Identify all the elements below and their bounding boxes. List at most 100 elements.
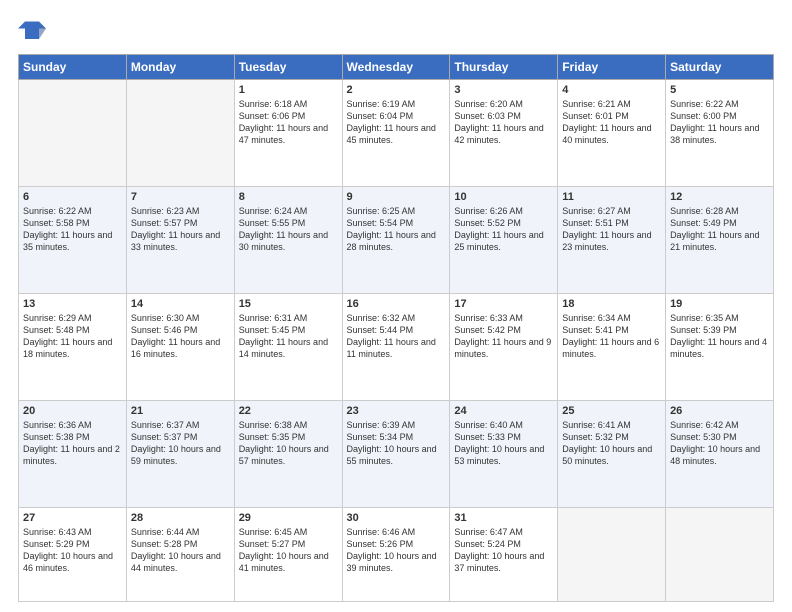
col-thursday: Thursday (450, 55, 558, 80)
calendar-cell: 21 Sunrise: 6:37 AM Sunset: 5:37 PM Dayli… (126, 400, 234, 507)
day-number: 31 (454, 512, 553, 524)
calendar-cell: 16 Sunrise: 6:32 AM Sunset: 5:44 PM Dayli… (342, 293, 450, 400)
calendar-week-row: 20 Sunrise: 6:36 AM Sunset: 5:38 PM Dayli… (19, 400, 774, 507)
day-number: 1 (239, 84, 338, 96)
day-info: Sunrise: 6:43 AM Sunset: 5:29 PM Dayligh… (23, 526, 122, 575)
day-info: Sunrise: 6:46 AM Sunset: 5:26 PM Dayligh… (347, 526, 446, 575)
calendar-cell: 28 Sunrise: 6:44 AM Sunset: 5:28 PM Dayli… (126, 507, 234, 601)
col-sunday: Sunday (19, 55, 127, 80)
calendar-week-row: 13 Sunrise: 6:29 AM Sunset: 5:48 PM Dayli… (19, 293, 774, 400)
day-info: Sunrise: 6:25 AM Sunset: 5:54 PM Dayligh… (347, 205, 446, 254)
day-number: 17 (454, 298, 553, 310)
calendar-week-row: 27 Sunrise: 6:43 AM Sunset: 5:29 PM Dayli… (19, 507, 774, 601)
day-number: 2 (347, 84, 446, 96)
calendar-cell: 5 Sunrise: 6:22 AM Sunset: 6:00 PM Daylig… (666, 80, 774, 187)
calendar-cell (558, 507, 666, 601)
day-number: 21 (131, 405, 230, 417)
day-number: 26 (670, 405, 769, 417)
calendar-cell: 6Sunrise: 6:22 AM Sunset: 5:58 PM Daylig… (19, 186, 127, 293)
day-info: Sunrise: 6:47 AM Sunset: 5:24 PM Dayligh… (454, 526, 553, 575)
calendar-cell: 26 Sunrise: 6:42 AM Sunset: 5:30 PM Dayli… (666, 400, 774, 507)
day-info: Sunrise: 6:40 AM Sunset: 5:33 PM Dayligh… (454, 419, 553, 468)
calendar-cell: 1 Sunrise: 6:18 AM Sunset: 6:06 PM Daylig… (234, 80, 342, 187)
header (18, 18, 774, 46)
day-number: 5 (670, 84, 769, 96)
day-number: 9 (347, 191, 446, 203)
day-info: Sunrise: 6:31 AM Sunset: 5:45 PM Dayligh… (239, 312, 338, 361)
calendar-cell: 8Sunrise: 6:24 AM Sunset: 5:55 PM Daylig… (234, 186, 342, 293)
day-number: 22 (239, 405, 338, 417)
day-info: Sunrise: 6:39 AM Sunset: 5:34 PM Dayligh… (347, 419, 446, 468)
calendar-cell: 27 Sunrise: 6:43 AM Sunset: 5:29 PM Dayli… (19, 507, 127, 601)
day-number: 24 (454, 405, 553, 417)
calendar-cell: 4 Sunrise: 6:21 AM Sunset: 6:01 PM Daylig… (558, 80, 666, 187)
calendar-cell: 15 Sunrise: 6:31 AM Sunset: 5:45 PM Dayli… (234, 293, 342, 400)
calendar-week-row: 6Sunrise: 6:22 AM Sunset: 5:58 PM Daylig… (19, 186, 774, 293)
day-number: 10 (454, 191, 553, 203)
calendar-cell: 24 Sunrise: 6:40 AM Sunset: 5:33 PM Dayli… (450, 400, 558, 507)
page: Sunday Monday Tuesday Wednesday Thursday… (0, 0, 792, 612)
col-wednesday: Wednesday (342, 55, 450, 80)
col-saturday: Saturday (666, 55, 774, 80)
calendar-cell: 29Sunrise: 6:45 AM Sunset: 5:27 PM Dayli… (234, 507, 342, 601)
day-info: Sunrise: 6:26 AM Sunset: 5:52 PM Dayligh… (454, 205, 553, 254)
calendar-cell: 7 Sunrise: 6:23 AM Sunset: 5:57 PM Daylig… (126, 186, 234, 293)
day-info: Sunrise: 6:32 AM Sunset: 5:44 PM Dayligh… (347, 312, 446, 361)
calendar-cell: 10 Sunrise: 6:26 AM Sunset: 5:52 PM Dayli… (450, 186, 558, 293)
calendar-cell: 3Sunrise: 6:20 AM Sunset: 6:03 PM Daylig… (450, 80, 558, 187)
col-friday: Friday (558, 55, 666, 80)
day-number: 20 (23, 405, 122, 417)
calendar-cell: 13 Sunrise: 6:29 AM Sunset: 5:48 PM Dayli… (19, 293, 127, 400)
day-number: 18 (562, 298, 661, 310)
calendar-cell: 31 Sunrise: 6:47 AM Sunset: 5:24 PM Dayli… (450, 507, 558, 601)
calendar-cell: 9 Sunrise: 6:25 AM Sunset: 5:54 PM Daylig… (342, 186, 450, 293)
calendar-header-row: Sunday Monday Tuesday Wednesday Thursday… (19, 55, 774, 80)
day-number: 16 (347, 298, 446, 310)
day-info: Sunrise: 6:34 AM Sunset: 5:41 PM Dayligh… (562, 312, 661, 361)
calendar-cell: 12Sunrise: 6:28 AM Sunset: 5:49 PM Dayli… (666, 186, 774, 293)
day-info: Sunrise: 6:37 AM Sunset: 5:37 PM Dayligh… (131, 419, 230, 468)
calendar-cell: 18 Sunrise: 6:34 AM Sunset: 5:41 PM Dayli… (558, 293, 666, 400)
calendar-cell: 25Sunrise: 6:41 AM Sunset: 5:32 PM Dayli… (558, 400, 666, 507)
day-info: Sunrise: 6:23 AM Sunset: 5:57 PM Dayligh… (131, 205, 230, 254)
day-number: 29 (239, 512, 338, 524)
calendar-cell: 23 Sunrise: 6:39 AM Sunset: 5:34 PM Dayli… (342, 400, 450, 507)
day-number: 27 (23, 512, 122, 524)
day-info: Sunrise: 6:29 AM Sunset: 5:48 PM Dayligh… (23, 312, 122, 361)
calendar-cell: 19Sunrise: 6:35 AM Sunset: 5:39 PM Dayli… (666, 293, 774, 400)
day-info: Sunrise: 6:18 AM Sunset: 6:06 PM Dayligh… (239, 98, 338, 147)
calendar-cell: 30 Sunrise: 6:46 AM Sunset: 5:26 PM Dayli… (342, 507, 450, 601)
calendar-week-row: 1 Sunrise: 6:18 AM Sunset: 6:06 PM Daylig… (19, 80, 774, 187)
day-info: Sunrise: 6:22 AM Sunset: 6:00 PM Dayligh… (670, 98, 769, 147)
day-info: Sunrise: 6:21 AM Sunset: 6:01 PM Dayligh… (562, 98, 661, 147)
day-info: Sunrise: 6:27 AM Sunset: 5:51 PM Dayligh… (562, 205, 661, 254)
day-info: Sunrise: 6:41 AM Sunset: 5:32 PM Dayligh… (562, 419, 661, 468)
day-number: 15 (239, 298, 338, 310)
col-tuesday: Tuesday (234, 55, 342, 80)
day-number: 28 (131, 512, 230, 524)
day-info: Sunrise: 6:33 AM Sunset: 5:42 PM Dayligh… (454, 312, 553, 361)
day-number: 30 (347, 512, 446, 524)
day-info: Sunrise: 6:42 AM Sunset: 5:30 PM Dayligh… (670, 419, 769, 468)
day-info: Sunrise: 6:20 AM Sunset: 6:03 PM Dayligh… (454, 98, 553, 147)
day-number: 23 (347, 405, 446, 417)
day-info: Sunrise: 6:30 AM Sunset: 5:46 PM Dayligh… (131, 312, 230, 361)
day-number: 4 (562, 84, 661, 96)
calendar-cell: 17 Sunrise: 6:33 AM Sunset: 5:42 PM Dayli… (450, 293, 558, 400)
col-monday: Monday (126, 55, 234, 80)
logo (18, 18, 50, 46)
day-info: Sunrise: 6:36 AM Sunset: 5:38 PM Dayligh… (23, 419, 122, 468)
calendar-cell (19, 80, 127, 187)
day-number: 13 (23, 298, 122, 310)
calendar-cell: 22 Sunrise: 6:38 AM Sunset: 5:35 PM Dayli… (234, 400, 342, 507)
calendar-cell: 20 Sunrise: 6:36 AM Sunset: 5:38 PM Dayli… (19, 400, 127, 507)
day-number: 7 (131, 191, 230, 203)
day-info: Sunrise: 6:38 AM Sunset: 5:35 PM Dayligh… (239, 419, 338, 468)
calendar-cell (126, 80, 234, 187)
day-info: Sunrise: 6:44 AM Sunset: 5:28 PM Dayligh… (131, 526, 230, 575)
day-number: 8 (239, 191, 338, 203)
day-number: 19 (670, 298, 769, 310)
day-number: 14 (131, 298, 230, 310)
day-number: 11 (562, 191, 661, 203)
calendar-cell: 14 Sunrise: 6:30 AM Sunset: 5:46 PM Dayli… (126, 293, 234, 400)
